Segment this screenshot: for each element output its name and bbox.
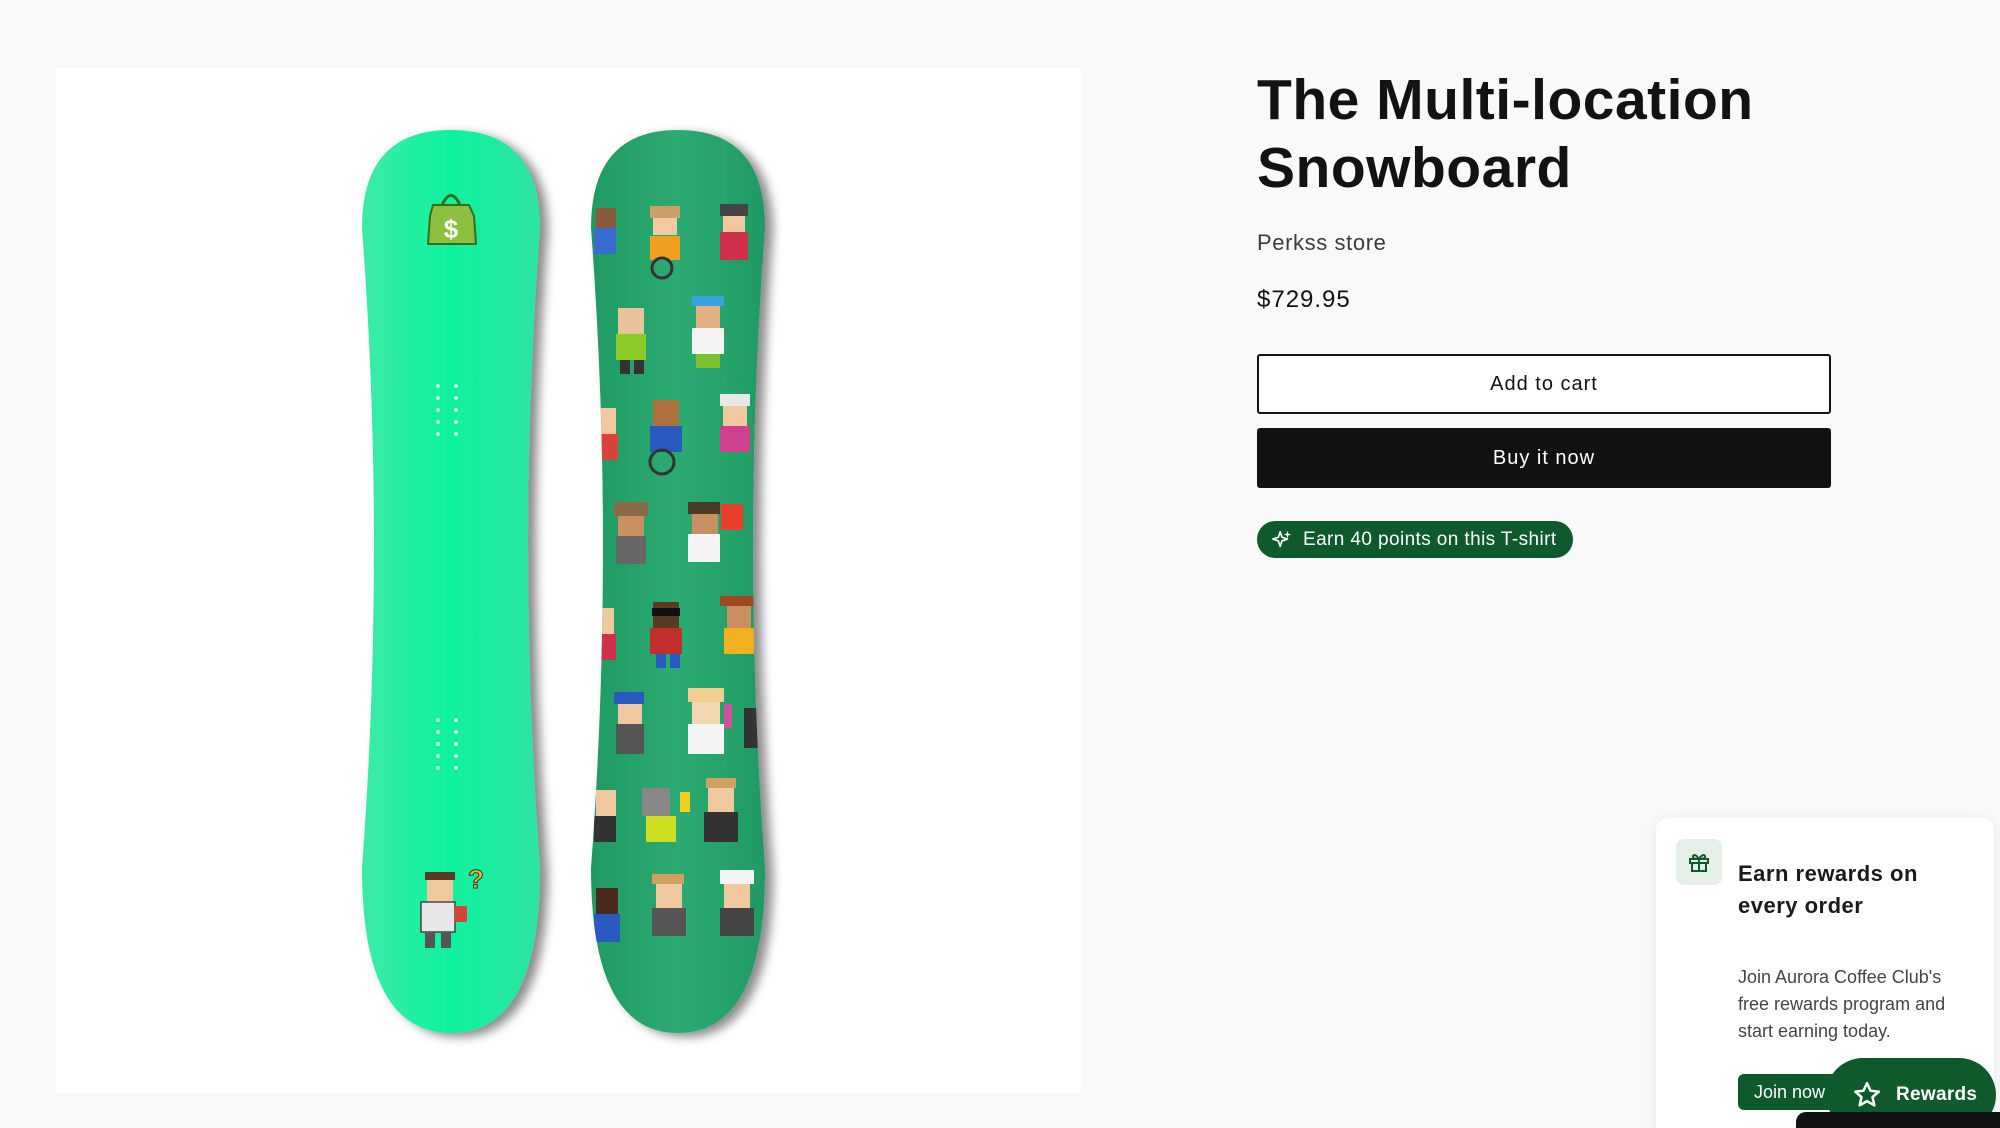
snowboard-illustration: $ ? [362, 130, 765, 1033]
add-to-cart-button[interactable]: Add to cart [1257, 354, 1831, 414]
product-image[interactable]: $ ? [56, 68, 1081, 1093]
points-badge: Earn 40 points on this T-shirt [1257, 521, 1573, 558]
rewards-popup-body: Join Aurora Coffee Club's free rewards p… [1738, 967, 1946, 1041]
product-title: The Multi-location Snowboard [1257, 68, 1754, 200]
points-badge-label: Earn 40 points on this T-shirt [1303, 528, 1557, 550]
product-vendor: Perkss store [1257, 230, 1387, 255]
sparkle-icon [1272, 530, 1292, 547]
svg-text:$: $ [444, 214, 459, 244]
product-price: $729.95 [1257, 286, 1351, 313]
product-info: The Multi-location Snowboard Perkss stor… [1257, 66, 1837, 558]
star-icon [1854, 1081, 1880, 1107]
buy-now-button[interactable]: Buy it now [1257, 428, 1831, 488]
product-page: $ ? The Multi-location Snowboard Perkss … [0, 0, 2000, 1128]
svg-text:?: ? [468, 864, 484, 894]
gift-icon [1676, 839, 1722, 885]
rewards-launcher-label: Rewards [1896, 1084, 1978, 1105]
rewards-popup-title: Earn rewards on every order [1738, 861, 1918, 918]
bottom-bar [1796, 1112, 2000, 1128]
